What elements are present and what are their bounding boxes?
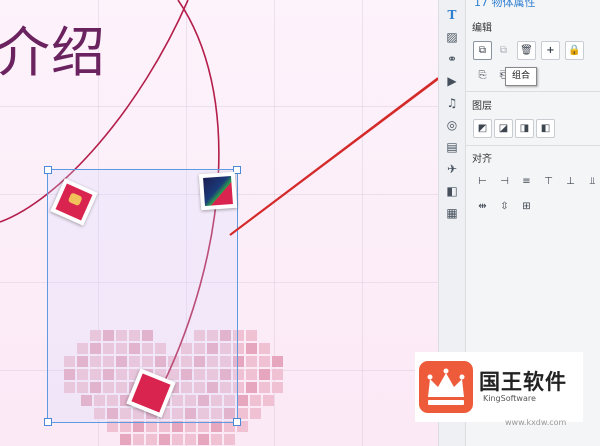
edit-section-label: 编辑 bbox=[472, 23, 492, 34]
resize-handle-tl[interactable] bbox=[44, 166, 52, 174]
center-page-button[interactable]: ⊞ bbox=[517, 197, 536, 216]
photo-image bbox=[55, 183, 93, 221]
layer-section-label: 图层 bbox=[472, 101, 492, 112]
align-middle-button[interactable]: ⊥ bbox=[561, 172, 580, 191]
photo-sticker-2[interactable] bbox=[198, 171, 238, 211]
editor-canvas[interactable]: 介绍 bbox=[0, 0, 438, 446]
layout-icon[interactable]: ▦ bbox=[439, 202, 465, 224]
crown-logo-icon bbox=[419, 361, 473, 413]
link-icon[interactable]: ⚭ bbox=[439, 48, 465, 70]
resize-handle-bl[interactable] bbox=[44, 418, 52, 426]
delete-button[interactable]: 🗑 bbox=[517, 41, 536, 60]
align-section-label: 对齐 bbox=[472, 154, 492, 165]
send-backward-button[interactable]: ◨ bbox=[515, 119, 534, 138]
align-bottom-button[interactable]: ⫫ bbox=[583, 172, 600, 191]
panel-header: 17 物体属性 bbox=[474, 0, 536, 9]
brand-name-cn: 国王软件 bbox=[479, 370, 567, 394]
distribute-h-button[interactable]: ⇹ bbox=[473, 197, 492, 216]
video-icon[interactable]: ▶ bbox=[439, 70, 465, 92]
site-watermark: www.kxdw.com bbox=[505, 418, 567, 427]
image-icon[interactable]: ▨ bbox=[439, 26, 465, 48]
bring-forward-button[interactable]: ◪ bbox=[494, 119, 513, 138]
divider bbox=[466, 145, 600, 146]
tooltip: 组合 bbox=[505, 67, 537, 86]
distribute-v-button[interactable]: ⇳ bbox=[495, 197, 514, 216]
shape-icon[interactable]: ◎ bbox=[439, 114, 465, 136]
music-icon[interactable]: ♫ bbox=[439, 92, 465, 114]
align-center-h-button[interactable]: ⊣ bbox=[495, 172, 514, 191]
brand-name-en: KingSoftware bbox=[483, 394, 536, 403]
align-left-button[interactable]: ⊢ bbox=[473, 172, 492, 191]
send-to-back-button[interactable]: ◧ bbox=[536, 119, 555, 138]
bring-to-front-button[interactable]: ◩ bbox=[473, 119, 492, 138]
add-button[interactable]: + bbox=[541, 41, 560, 60]
photo-image bbox=[131, 373, 171, 413]
page-icon[interactable]: ▤ bbox=[439, 136, 465, 158]
align-right-button[interactable]: ≡ bbox=[517, 172, 536, 191]
watermark: 国王软件 KingSoftware bbox=[415, 352, 583, 422]
layers-icon[interactable]: ◧ bbox=[439, 180, 465, 202]
ungroup-button[interactable]: ⧉ bbox=[494, 41, 513, 60]
photo-image bbox=[203, 176, 233, 206]
text-icon[interactable]: T bbox=[439, 4, 465, 26]
resize-handle-br[interactable] bbox=[233, 418, 241, 426]
copy-style-button[interactable]: ⎘ bbox=[473, 66, 492, 85]
lock-button[interactable]: 🔒 bbox=[565, 41, 584, 60]
plane-icon[interactable]: ✈ bbox=[439, 158, 465, 180]
align-top-button[interactable]: ⊤ bbox=[539, 172, 558, 191]
divider bbox=[466, 91, 600, 92]
group-button[interactable]: ⧉ bbox=[473, 41, 492, 60]
